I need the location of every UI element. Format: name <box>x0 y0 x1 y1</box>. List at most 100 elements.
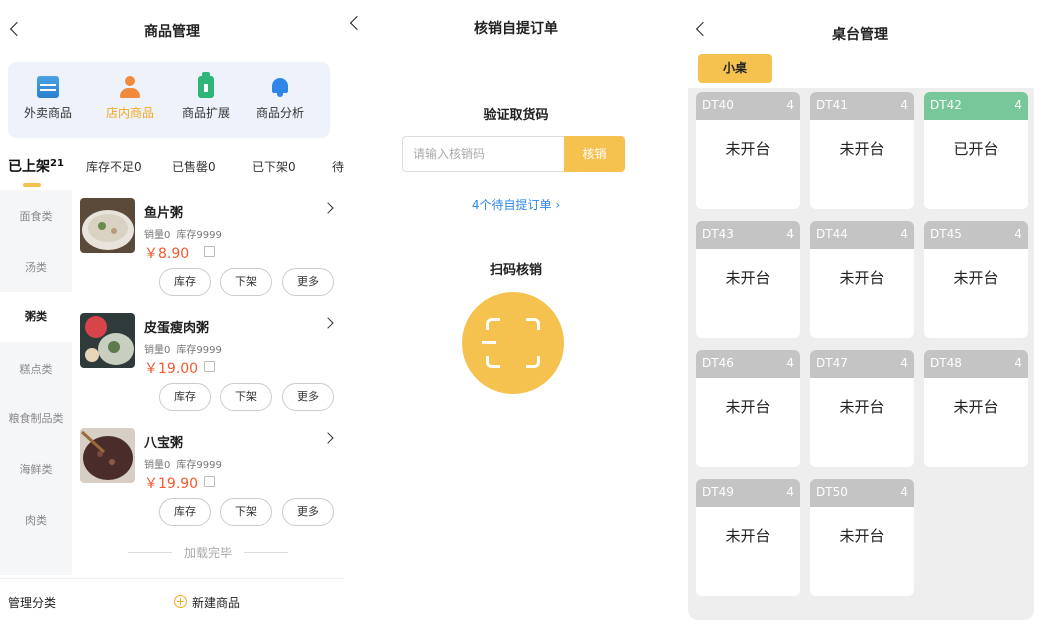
product-sales: 销量0 <box>144 230 171 241</box>
table-seats: 4 <box>1014 356 1022 370</box>
quick-action-in-store[interactable]: 店内商品 <box>90 76 170 121</box>
verify-code-title: 验证取货码 <box>483 108 549 123</box>
category-item[interactable]: 糕点类 <box>0 361 72 377</box>
more-button[interactable]: 更多 <box>282 383 334 411</box>
product-name: 皮蛋瘦肉粥 <box>144 321 210 336</box>
chevron-right-icon[interactable] <box>322 202 334 214</box>
tab-on-shelf[interactable]: 已上架21 <box>8 156 64 176</box>
table-seats: 4 <box>1014 227 1022 241</box>
quick-actions-panel: 外卖商品 店内商品 商品扩展 商品分析 <box>8 62 330 138</box>
table-code: DT46 <box>702 356 734 370</box>
table-seats: 4 <box>900 485 908 499</box>
table-status: 未开台 <box>839 140 885 158</box>
table-card-header: DT49 4 <box>696 479 800 507</box>
table-code: DT49 <box>702 485 734 499</box>
quick-action-label: 店内商品 <box>105 106 154 120</box>
pickup-verify-screen: 核销自提订单 验证取货码 请输入核销码 核销 4个待自提订单 › 扫码核销 <box>344 0 688 624</box>
manage-category-button[interactable]: 管理分类 <box>8 594 56 611</box>
product-row[interactable]: 八宝粥 销量0 库存9999 ￥19.90 库存 下架 更多 <box>80 428 340 538</box>
product-stock: 库存9999 <box>176 230 222 241</box>
chevron-right-icon[interactable] <box>322 432 334 444</box>
stock-button[interactable]: 库存 <box>159 383 211 411</box>
table-card-header: DT42 4 <box>924 92 1028 120</box>
active-tab-indicator <box>23 183 41 187</box>
pending-orders-link[interactable]: 4个待自提订单 › <box>344 196 688 213</box>
table-card[interactable]: DT50 4 未开台 <box>810 479 914 596</box>
table-card-header: DT40 4 <box>696 92 800 120</box>
table-seats: 4 <box>900 98 908 112</box>
category-item[interactable]: 汤类 <box>0 259 72 275</box>
table-status: 已开台 <box>953 140 999 158</box>
product-row[interactable]: 皮蛋瘦肉粥 销量0 库存9999 ￥19.00 库存 下架 更多 <box>80 313 340 423</box>
plus-circle-icon <box>174 595 187 608</box>
table-status: 未开台 <box>953 398 999 416</box>
table-card-header: DT46 4 <box>696 350 800 378</box>
new-product-button[interactable]: 新建商品 <box>174 594 240 611</box>
table-card[interactable]: DT48 4 未开台 <box>924 350 1028 467</box>
quick-action-takeout[interactable]: 外卖商品 <box>8 76 88 121</box>
table-code: DT45 <box>930 227 962 241</box>
product-sales: 销量0 <box>144 345 171 356</box>
table-status: 未开台 <box>725 398 771 416</box>
table-code: DT42 <box>930 98 962 112</box>
quick-action-label: 外卖商品 <box>23 106 72 120</box>
off-shelf-button[interactable]: 下架 <box>220 498 272 526</box>
table-card[interactable]: DT44 4 未开台 <box>810 221 914 338</box>
table-status: 未开台 <box>953 269 999 287</box>
table-card[interactable]: DT47 4 未开台 <box>810 350 914 467</box>
verify-button[interactable]: 核销 <box>564 136 625 172</box>
tab-sold-out[interactable]: 已售罄0 <box>172 158 216 175</box>
table-card[interactable]: DT46 4 未开台 <box>696 350 800 467</box>
product-name: 鱼片粥 <box>144 206 184 221</box>
product-management-screen: 商品管理 外卖商品 店内商品 商品扩展 商品分析 已上架21 库存不足0 已售罄… <box>0 0 344 624</box>
table-card[interactable]: DT49 4 未开台 <box>696 479 800 596</box>
scan-button[interactable] <box>462 292 564 394</box>
tab-small-table[interactable]: 小桌 <box>698 54 772 83</box>
table-card[interactable]: DT40 4 未开台 <box>696 92 800 209</box>
quick-action-analysis[interactable]: 商品分析 <box>240 76 320 121</box>
stock-button[interactable]: 库存 <box>159 268 211 296</box>
more-button[interactable]: 更多 <box>282 498 334 526</box>
off-shelf-button[interactable]: 下架 <box>220 268 272 296</box>
product-price: ￥8.90 <box>144 246 190 262</box>
table-card[interactable]: DT42 4 已开台 <box>924 92 1028 209</box>
quick-action-extend[interactable]: 商品扩展 <box>166 72 246 121</box>
table-card[interactable]: DT43 4 未开台 <box>696 221 800 338</box>
table-status: 未开台 <box>839 398 885 416</box>
category-item[interactable]: 肉类 <box>0 512 72 528</box>
table-card[interactable]: DT41 4 未开台 <box>810 92 914 209</box>
takeout-icon <box>37 76 59 98</box>
stock-button[interactable]: 库存 <box>159 498 211 526</box>
table-code: DT40 <box>702 98 734 112</box>
table-card[interactable]: DT45 4 未开台 <box>924 221 1028 338</box>
tab-off-shelf[interactable]: 已下架0 <box>252 158 296 175</box>
product-name: 八宝粥 <box>144 436 184 451</box>
table-seats: 4 <box>786 227 794 241</box>
category-item[interactable]: 粮食制品类 <box>0 410 72 426</box>
category-item-active[interactable]: 粥类 <box>0 292 72 342</box>
page-title: 商品管理 <box>144 24 200 40</box>
product-sales: 销量0 <box>144 460 171 471</box>
table-status: 未开台 <box>725 140 771 158</box>
table-grid: DT40 4 未开台 DT41 4 未开台 DT42 4 已开台 DT43 4 未开台 DT44 4 未开台… <box>688 88 1034 620</box>
off-shelf-button[interactable]: 下架 <box>220 383 272 411</box>
more-button[interactable]: 更多 <box>282 268 334 296</box>
category-item[interactable]: 面食类 <box>0 208 72 224</box>
table-seats: 4 <box>900 356 908 370</box>
table-card-header: DT44 4 <box>810 221 914 249</box>
chevron-right-icon[interactable] <box>322 317 334 329</box>
table-code: DT47 <box>816 356 848 370</box>
page-title: 桌台管理 <box>832 27 888 43</box>
verify-code-input[interactable]: 请输入核销码 <box>402 136 564 172</box>
table-code: DT48 <box>930 356 962 370</box>
edit-icon[interactable] <box>204 476 215 487</box>
person-icon <box>119 76 141 98</box>
tab-pending[interactable]: 待 <box>332 158 344 175</box>
product-image <box>80 313 135 368</box>
edit-icon[interactable] <box>204 361 215 372</box>
category-item[interactable]: 海鲜类 <box>0 461 72 477</box>
edit-icon[interactable] <box>204 246 215 257</box>
table-card-header: DT50 4 <box>810 479 914 507</box>
product-row[interactable]: 鱼片粥 销量0 库存9999 ￥8.90 库存 下架 更多 <box>80 198 340 308</box>
tab-low-stock[interactable]: 库存不足0 <box>86 158 142 175</box>
